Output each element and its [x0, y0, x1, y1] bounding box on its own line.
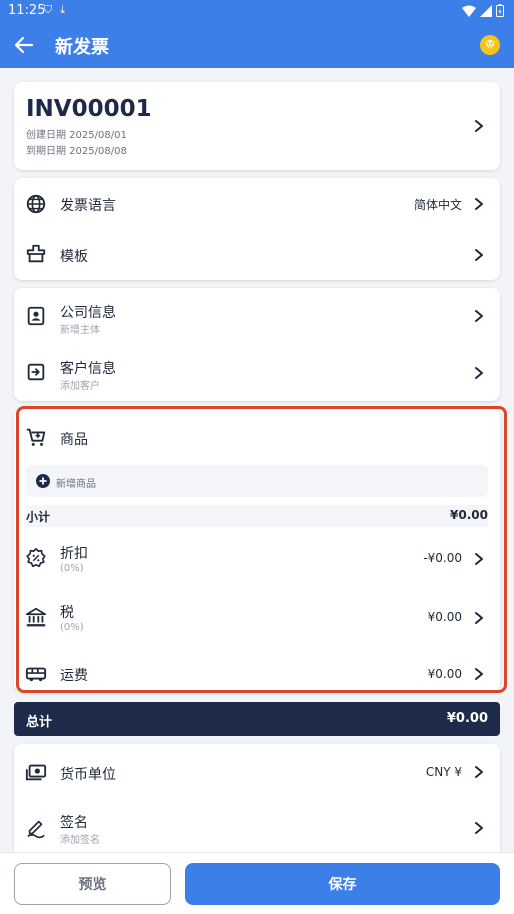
currency-row[interactable]: 货币单位 CNY ¥ — [14, 746, 500, 798]
globe-icon — [26, 194, 46, 214]
company-sub: 新增主体 — [60, 325, 100, 336]
status-bar: 11:25 ⛉ ⤓ — [0, 0, 514, 22]
extra-card: 货币单位 CNY ¥ 签名 添加签名 — [14, 744, 500, 852]
company-label: 公司信息 — [60, 305, 116, 321]
client-sub: 添加客户 — [60, 381, 100, 392]
total-bar: 总计 ¥0.00 — [14, 702, 500, 736]
currency-value: CNY ¥ — [425, 765, 462, 779]
template-icon — [26, 244, 46, 263]
signature-sub: 添加签名 — [60, 835, 100, 846]
chevron-right-icon — [475, 766, 483, 778]
company-contact-icon — [27, 306, 45, 326]
chevron-right-icon — [475, 822, 483, 834]
due-date: 到期日期 2025/08/08 — [26, 146, 127, 157]
chevron-right-icon — [475, 120, 483, 132]
chevron-right-icon — [475, 310, 483, 322]
signature-label: 签名 — [60, 815, 88, 831]
created-date: 创建日期 2025/08/01 — [26, 130, 127, 141]
chevron-right-icon — [475, 198, 483, 210]
total-value: ¥0.00 — [446, 711, 488, 726]
client-row[interactable]: 客户信息 添加客户 — [14, 346, 500, 398]
items-highlight-frame — [16, 406, 507, 693]
invoice-header-card[interactable]: INV00001 创建日期 2025/08/01 到期日期 2025/08/08 — [14, 82, 500, 170]
template-label: 模板 — [60, 249, 88, 265]
status-time: 11:25 — [8, 3, 46, 18]
back-arrow-icon[interactable] — [12, 33, 36, 57]
signature-pen-icon — [27, 820, 45, 839]
client-login-icon — [27, 363, 45, 381]
page-title: 新发票 — [55, 37, 109, 58]
signal-icon — [480, 4, 492, 17]
save-button[interactable]: 保存 — [185, 863, 500, 905]
download-icon: ⤓ — [60, 3, 66, 16]
company-row[interactable]: 公司信息 新增主体 — [14, 290, 500, 342]
parties-card: 公司信息 新增主体 客户信息 添加客户 — [14, 288, 500, 401]
bottom-action-bar: 预览 保存 — [0, 852, 514, 914]
signature-row[interactable]: 签名 添加签名 — [14, 802, 500, 854]
language-row[interactable]: 发票语言 简体中文 — [14, 178, 500, 230]
currency-label: 货币单位 — [60, 767, 116, 783]
preview-button[interactable]: 预览 — [14, 863, 171, 905]
money-icon — [25, 764, 47, 781]
premium-diamond-icon[interactable] — [480, 35, 500, 55]
app-bar: 新发票 — [0, 22, 514, 68]
language-label: 发票语言 — [60, 198, 116, 214]
chevron-right-icon — [475, 249, 483, 261]
template-row[interactable]: 模板 — [14, 228, 500, 280]
battery-icon — [496, 4, 504, 17]
shield-icon: ⛉ — [44, 3, 53, 16]
settings-card: 发票语言 简体中文 模板 — [14, 178, 500, 280]
wifi-icon — [462, 5, 476, 17]
total-label: 总计 — [26, 715, 53, 730]
invoice-number: INV00001 — [26, 96, 152, 122]
language-value: 简体中文 — [413, 198, 462, 212]
client-label: 客户信息 — [60, 361, 116, 377]
chevron-right-icon — [475, 367, 483, 379]
